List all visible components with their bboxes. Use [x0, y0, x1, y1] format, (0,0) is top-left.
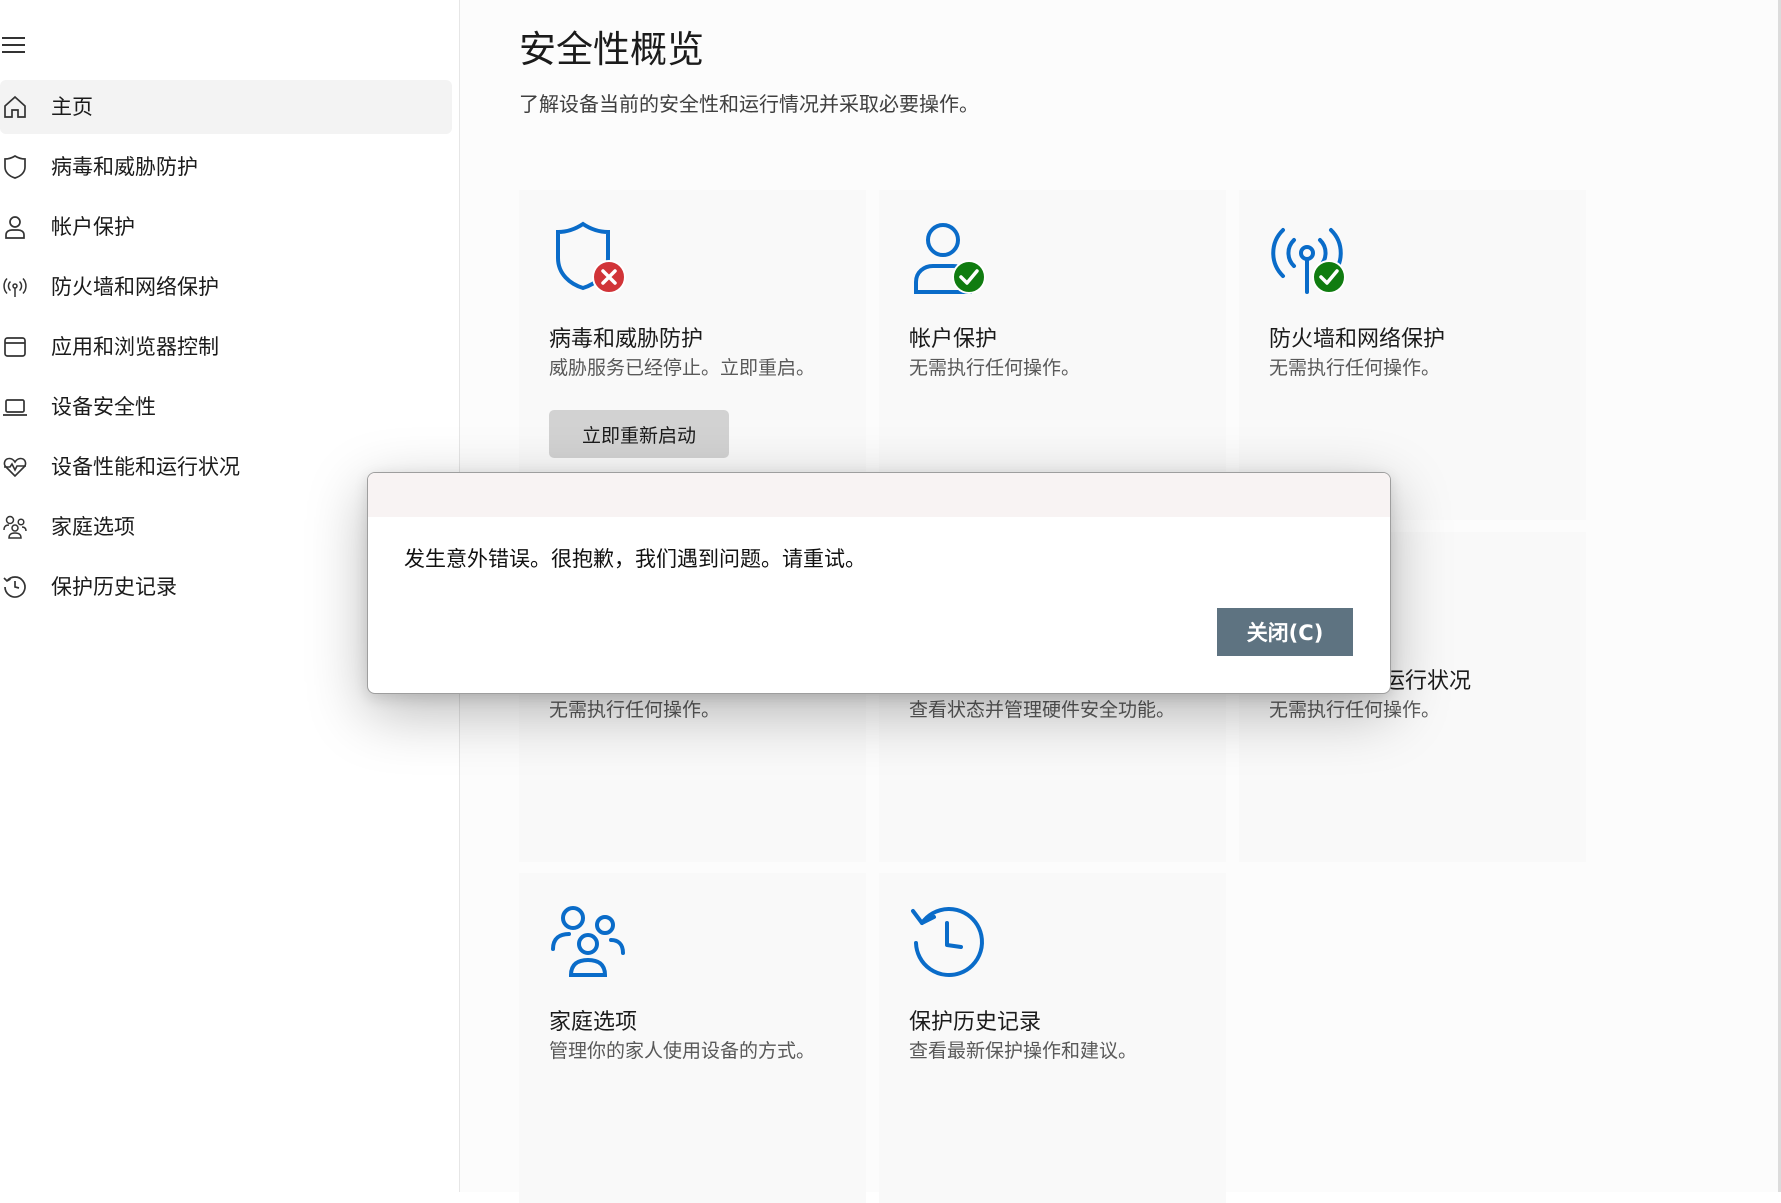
heart-pulse-icon: [3, 457, 27, 478]
family-icon: [551, 906, 625, 977]
sidebar-item-label: 病毒和威胁防护: [51, 155, 198, 179]
card-description: 无需执行任何操作。: [1269, 357, 1441, 379]
card-family-options[interactable]: 家庭选项 管理你的家人使用设备的方式。: [519, 873, 866, 1203]
sidebar-item-virus-protection[interactable]: 病毒和威胁防护: [0, 140, 452, 194]
sidebar-item-device-security[interactable]: 设备安全性: [0, 380, 452, 434]
sidebar-item-label: 设备安全性: [51, 395, 156, 419]
person-icon: [5, 216, 25, 239]
shield-error-icon: [556, 221, 626, 294]
home-icon: [4, 95, 26, 118]
error-dialog: 发生意外错误。很抱歉，我们遇到问题。请重试。 关闭(C): [367, 472, 1391, 694]
hamburger-menu-icon[interactable]: [2, 34, 26, 56]
sidebar-item-label: 设备性能和运行状况: [51, 455, 240, 479]
antenna-ok-icon: [1271, 228, 1346, 294]
antenna-icon: [3, 277, 27, 297]
sidebar-item-label: 家庭选项: [51, 515, 135, 539]
card-description: 查看状态并管理硬件安全功能。: [909, 699, 1176, 721]
close-button[interactable]: 关闭(C): [1217, 608, 1353, 656]
card-description: 无需执行任何操作。: [549, 699, 721, 721]
card-title: 保护历史记录: [909, 1010, 1042, 1035]
sidebar-item-label: 帐户保护: [51, 215, 135, 239]
page-subtitle: 了解设备当前的安全性和运行情况并采取必要操作。: [519, 92, 979, 116]
sidebar-item-label: 保护历史记录: [51, 575, 177, 599]
card-title: 防火墙和网络保护: [1269, 327, 1446, 352]
sidebar-item-label: 主页: [51, 95, 93, 119]
sidebar-item-label: 应用和浏览器控制: [51, 335, 219, 359]
account-ok-icon: [914, 223, 986, 294]
card-title: 家庭选项: [549, 1010, 638, 1035]
family-icon: [3, 515, 27, 539]
restart-now-button[interactable]: 立即重新启动: [549, 410, 729, 458]
dialog-titlebar[interactable]: [368, 473, 1390, 517]
card-title: 帐户保护: [909, 327, 998, 352]
card-protection-history[interactable]: 保护历史记录 查看最新保护操作和建议。: [879, 873, 1226, 1203]
sidebar-item-app-browser-control[interactable]: 应用和浏览器控制: [0, 320, 452, 374]
card-description: 无需执行任何操作。: [1269, 699, 1441, 721]
laptop-icon: [3, 399, 27, 416]
card-virus-protection[interactable]: 病毒和威胁防护 威胁服务已经停止。立即重启。 立即重新启动: [519, 190, 866, 520]
sidebar-item-home[interactable]: 主页: [0, 80, 452, 134]
card-description: 无需执行任何操作。: [909, 357, 1081, 379]
history-icon: [911, 907, 984, 977]
card-account-protection[interactable]: 帐户保护 无需执行任何操作。: [879, 190, 1226, 520]
sidebar-item-label: 防火墙和网络保护: [51, 275, 219, 299]
sidebar-item-account-protection[interactable]: 帐户保护: [0, 200, 452, 254]
card-title: 病毒和威胁防护: [549, 327, 704, 352]
browser-window-icon: [4, 337, 26, 357]
history-icon: [3, 576, 26, 598]
card-description: 威胁服务已经停止。立即重启。: [549, 357, 816, 379]
card-description: 查看最新保护操作和建议。: [909, 1040, 1138, 1062]
card-title: 运行状况: [1383, 669, 1472, 694]
card-firewall[interactable]: 防火墙和网络保护 无需执行任何操作。: [1239, 190, 1586, 520]
sidebar-item-firewall[interactable]: 防火墙和网络保护: [0, 260, 452, 314]
shield-icon: [4, 154, 26, 179]
dialog-message: 发生意外错误。很抱歉，我们遇到问题。请重试。: [404, 547, 866, 571]
page-title: 安全性概览: [519, 28, 704, 71]
card-description: 管理你的家人使用设备的方式。: [549, 1040, 816, 1062]
